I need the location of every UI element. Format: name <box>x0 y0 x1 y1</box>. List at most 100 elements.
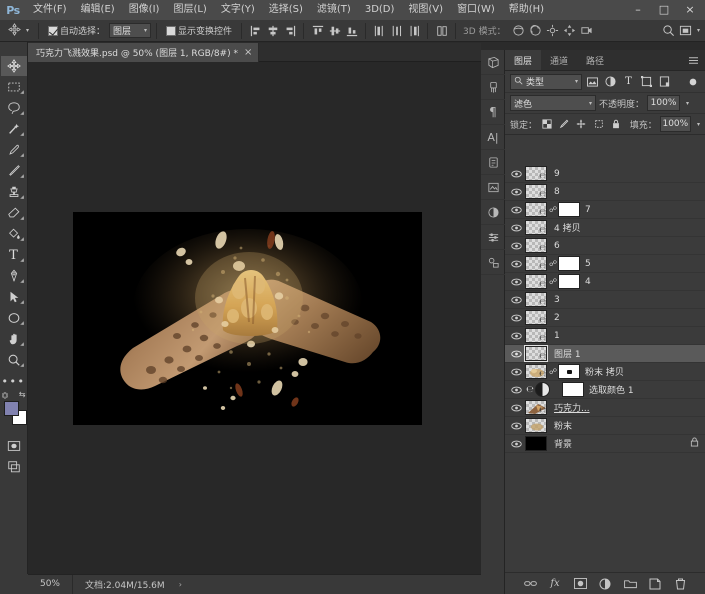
paint-bucket-tool[interactable] <box>1 224 27 244</box>
close-button[interactable]: × <box>677 1 703 18</box>
more-tools-button[interactable]: ••• <box>1 371 27 391</box>
mask-link-icon[interactable]: ☍ <box>549 277 557 286</box>
properties-panel-icon[interactable] <box>481 225 505 250</box>
status-expand-arrow-icon[interactable]: › <box>179 580 182 589</box>
layer-list[interactable]: ℮ 9 ℮ 8 ℮ ☍ 7 ℮ 4 拷贝 ℮ 6 ℮ ☍ 5 ℮ ☍ 4 ℮ 3… <box>505 165 705 573</box>
layer-visibility-toggle[interactable] <box>507 201 525 219</box>
layer-visibility-toggle[interactable] <box>507 381 525 399</box>
show-transform-checkbox[interactable] <box>166 25 177 36</box>
pixel-filter-icon[interactable] <box>585 74 600 90</box>
canvas-work-area[interactable] <box>28 62 481 574</box>
layer-mask-thumbnail[interactable] <box>558 364 580 379</box>
layer-thumbnail[interactable]: ℮ <box>525 166 547 181</box>
auto-align-layers-button[interactable] <box>433 22 450 40</box>
layer-thumbnail[interactable]: ℮ <box>525 256 547 271</box>
eyedropper-tool[interactable] <box>1 140 27 160</box>
layer-comps-icon[interactable] <box>481 175 505 200</box>
align-vertical-centers-button[interactable] <box>326 22 343 40</box>
layer-name[interactable]: 选取颜色 1 <box>589 383 634 396</box>
tab-layers[interactable]: 图层 <box>505 50 542 70</box>
ellipse-shape-tool[interactable] <box>1 308 27 328</box>
table-row[interactable]: ℮ ☍ 5 <box>505 255 705 273</box>
menu-item-filter[interactable]: 滤镜(T) <box>310 0 358 20</box>
type-filter-icon[interactable]: T <box>621 74 636 90</box>
adjustment-filter-icon[interactable] <box>603 74 618 90</box>
mask-link-icon[interactable]: ☍ <box>549 205 557 214</box>
table-row[interactable]: ℮ 8 <box>505 183 705 201</box>
auto-select-target-dropdown[interactable]: 图层 ▾ <box>109 23 152 38</box>
table-row[interactable]: ℮ 4 拷贝 <box>505 219 705 237</box>
layer-visibility-toggle[interactable] <box>507 165 525 183</box>
eraser-tool[interactable] <box>1 203 27 223</box>
layer-name[interactable]: 7 <box>585 205 591 215</box>
distribute-top-edges-button[interactable] <box>371 22 388 40</box>
panel-menu-icon[interactable] <box>682 50 705 70</box>
hand-tool[interactable] <box>1 329 27 349</box>
pan-3d-object-icon[interactable] <box>544 22 561 40</box>
type-tool[interactable]: T <box>1 245 27 265</box>
smart-object-filter-icon[interactable] <box>657 74 672 90</box>
layer-visibility-toggle[interactable] <box>507 219 525 237</box>
tab-paths[interactable]: 路径 <box>577 50 613 70</box>
color-swatches[interactable]: ⏣ ⇆ <box>1 390 27 430</box>
table-row[interactable]: 背景 <box>505 435 705 453</box>
layer-visibility-toggle[interactable] <box>507 399 525 417</box>
chevron-down-icon[interactable]: ▾ <box>697 27 700 34</box>
menu-item-layer[interactable]: 图层(L) <box>166 0 213 20</box>
delete-layer-button[interactable] <box>672 576 688 592</box>
3d-panel-icon[interactable] <box>481 50 505 75</box>
layer-mask-thumbnail[interactable] <box>562 382 584 397</box>
maximize-button[interactable]: □ <box>651 1 677 18</box>
document-canvas[interactable] <box>73 212 422 425</box>
layer-name[interactable]: 5 <box>585 259 591 269</box>
zoom-tool[interactable] <box>1 350 27 370</box>
layer-thumbnail[interactable]: ℮ <box>525 274 547 289</box>
layer-name[interactable]: 9 <box>554 169 560 179</box>
distribute-centers-button[interactable] <box>388 22 405 40</box>
adjustments-panel-icon[interactable] <box>481 200 505 225</box>
lock-transparent-icon[interactable] <box>540 116 554 132</box>
layer-visibility-toggle[interactable] <box>507 255 525 273</box>
layer-mask-thumbnail[interactable] <box>558 274 580 289</box>
layer-visibility-toggle[interactable] <box>507 345 525 363</box>
move-tool[interactable] <box>0 56 27 76</box>
table-row[interactable]: ℮ 1 <box>505 327 705 345</box>
layer-thumbnail[interactable]: ℮ <box>525 400 547 415</box>
menu-item-image[interactable]: 图像(I) <box>122 0 167 20</box>
layer-name[interactable]: 1 <box>554 331 560 341</box>
styles-panel-icon[interactable] <box>481 250 505 275</box>
menu-item-file[interactable]: 文件(F) <box>26 0 74 20</box>
auto-select-checkbox[interactable] <box>48 25 59 36</box>
table-row[interactable]: ℮ 6 <box>505 237 705 255</box>
adjustment-layer-thumbnail[interactable] <box>535 382 550 397</box>
brush-tool[interactable] <box>1 161 27 181</box>
opacity-field[interactable]: 100% <box>647 95 681 111</box>
lock-all-icon[interactable] <box>609 116 623 132</box>
menu-item-view[interactable]: 视图(V) <box>401 0 450 20</box>
current-tool-button[interactable]: ▾ <box>4 21 33 41</box>
layer-name[interactable]: 4 拷贝 <box>554 221 581 234</box>
rotate-3d-object-icon[interactable] <box>510 22 527 40</box>
table-row[interactable]: ℮ 巧克力... <box>505 399 705 417</box>
link-layers-button[interactable] <box>522 576 538 592</box>
layer-name[interactable]: 巧克力... <box>554 401 590 414</box>
layer-visibility-toggle[interactable] <box>507 363 525 381</box>
add-mask-button[interactable] <box>572 576 588 592</box>
lasso-tool[interactable] <box>1 98 27 118</box>
align-right-edges-button[interactable] <box>281 22 298 40</box>
table-row[interactable]: ℮ ☍ 4 <box>505 273 705 291</box>
lock-artboard-icon[interactable] <box>591 116 605 132</box>
fill-field[interactable]: 100% <box>659 116 691 132</box>
layer-name[interactable]: 8 <box>554 187 560 197</box>
marquee-tool[interactable] <box>1 77 27 97</box>
align-top-edges-button[interactable] <box>309 22 326 40</box>
table-row[interactable]: ℮ 9 <box>505 165 705 183</box>
minimize-button[interactable]: – <box>625 1 651 18</box>
foreground-color-swatch[interactable] <box>3 401 19 416</box>
table-row[interactable]: ℮ 选取颜色 1 <box>505 381 705 399</box>
document-tab[interactable]: 巧克力飞溅效果.psd @ 50% (图层 1, RGB/8#) * × <box>28 43 260 62</box>
close-icon[interactable]: × <box>244 47 252 58</box>
layer-visibility-toggle[interactable] <box>507 273 525 291</box>
zoom-level-field[interactable]: 50% <box>28 575 73 594</box>
roll-3d-object-icon[interactable] <box>527 22 544 40</box>
